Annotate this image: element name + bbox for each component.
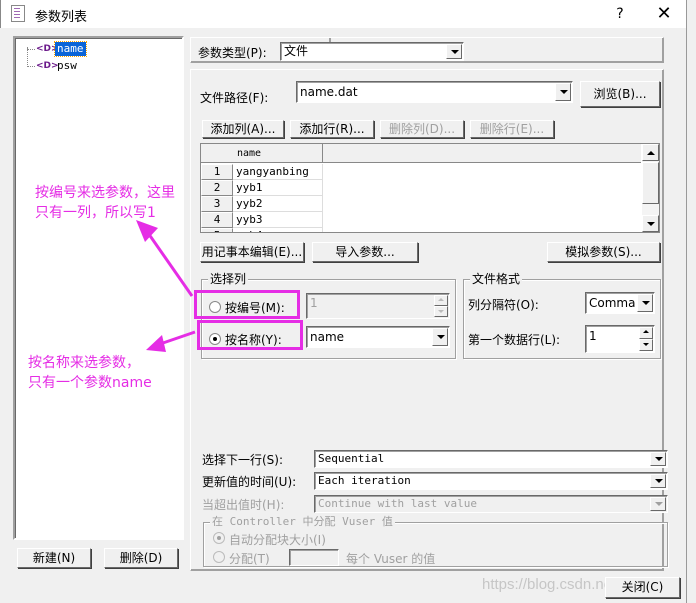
row-number: 2 xyxy=(201,180,233,196)
chevron-down-icon[interactable] xyxy=(446,44,462,59)
scroll-thumb[interactable] xyxy=(642,162,659,204)
allocate-radio[interactable] xyxy=(213,551,225,563)
window-title: 参数列表 xyxy=(35,10,88,25)
allocate-count-input[interactable] xyxy=(289,549,339,566)
browse-button[interactable]: 浏览(B)... xyxy=(580,81,660,107)
delete-row-button[interactable]: 删除行(E)... xyxy=(470,120,554,138)
grid-scrollbar[interactable] xyxy=(642,144,659,232)
add-column-button[interactable]: 添加列(A)... xyxy=(202,120,284,138)
file-path-combo[interactable]: name.dat xyxy=(296,81,573,103)
table-row[interactable]: 1 yangyanbing xyxy=(201,164,641,180)
allocate-label[interactable]: 分配(T) xyxy=(229,550,270,567)
grid-cell[interactable]: yyb2 xyxy=(233,196,323,212)
update-value-label: 更新值的时间(U): xyxy=(202,475,297,489)
grid-cell[interactable]: yyb3 xyxy=(233,212,323,228)
column-header[interactable]: name xyxy=(233,144,323,163)
update-value-select[interactable]: Each iteration xyxy=(314,472,668,490)
grid-cell[interactable]: yangyanbing xyxy=(233,164,323,180)
spin-up-icon[interactable] xyxy=(639,327,653,339)
first-row-value: 1 xyxy=(589,329,597,343)
column-number-value: 1 xyxy=(310,296,318,310)
annotation-highlight-by-number xyxy=(194,290,300,319)
grid-cell[interactable]: yyb4 xyxy=(233,228,323,232)
chevron-down-icon[interactable] xyxy=(637,294,653,312)
title-bar: 参数列表 ? ✕ xyxy=(0,0,696,28)
param-type-select[interactable]: 文件 xyxy=(280,42,464,61)
window-border xyxy=(686,0,696,603)
scroll-up-icon[interactable] xyxy=(642,144,659,161)
spin-up-icon[interactable] xyxy=(434,295,448,306)
row-number: 1 xyxy=(201,164,233,180)
simulate-params-button[interactable]: 模拟参数(S)... xyxy=(547,242,660,262)
close-button[interactable]: 关闭(C) xyxy=(605,577,680,598)
edit-with-notepad-button[interactable]: 用记事本编辑(E)... xyxy=(200,242,304,262)
tree-connector xyxy=(27,66,35,67)
tree-item-label: name xyxy=(54,41,87,57)
annotation-note-by-number: 按编号来选参数，这里 xyxy=(35,185,175,201)
param-type-value: 文件 xyxy=(284,44,309,58)
add-row-button[interactable]: 添加行(R)... xyxy=(290,120,374,138)
column-name-select[interactable]: name xyxy=(306,326,450,348)
spin-down-icon[interactable] xyxy=(639,339,653,351)
delimiter-select[interactable]: Comma xyxy=(585,292,655,314)
parameter-tree[interactable]: <D> name <D> psw xyxy=(13,36,184,540)
annotation-highlight-by-name xyxy=(197,320,303,350)
update-value-value: Each iteration xyxy=(318,474,411,487)
file-format-title: 文件格式 xyxy=(470,272,523,286)
delete-column-button[interactable]: 删除列(D)... xyxy=(380,120,464,138)
annotation-note-by-name: 只有一个参数name xyxy=(28,375,152,391)
grid-header: name xyxy=(201,144,641,163)
import-params-button[interactable]: 导入参数... xyxy=(312,242,418,262)
out-of-values-value: Continue with last value xyxy=(318,497,477,510)
row-number: 3 xyxy=(201,196,233,212)
scroll-down-icon[interactable] xyxy=(642,215,659,232)
chevron-down-icon[interactable] xyxy=(650,452,666,466)
file-path-value: name.dat xyxy=(300,85,358,99)
column-name-value: name xyxy=(310,330,345,344)
delete-button[interactable]: 删除(D) xyxy=(104,548,178,568)
file-path-label: 文件路径(F): xyxy=(200,91,269,105)
tree-item-label: psw xyxy=(57,59,77,72)
parameter-list-icon xyxy=(11,5,25,22)
per-vuser-label: 每个 Vuser 的值 xyxy=(346,552,436,566)
row-number: 4 xyxy=(201,212,233,228)
auto-allocate-radio[interactable] xyxy=(213,532,225,544)
help-button[interactable]: ? xyxy=(609,4,631,24)
chevron-down-icon[interactable] xyxy=(432,328,448,346)
data-grid[interactable]: name 1 yangyanbing 2 yyb1 3 yyb2 4 yyb3 … xyxy=(200,143,660,233)
table-row[interactable]: 3 yyb2 xyxy=(201,196,641,212)
param-type-label: 参数类型(P): xyxy=(198,46,267,60)
delimiter-value: Comma xyxy=(589,296,636,310)
column-number-spinner[interactable]: 1 xyxy=(306,293,450,319)
table-row[interactable]: 5 yyb4 xyxy=(201,228,641,232)
select-next-row-value: Sequential xyxy=(318,452,385,465)
annotation-note-by-name: 按名称来选参数， xyxy=(28,355,140,371)
select-next-row-label: 选择下一行(S): xyxy=(202,453,284,467)
table-row[interactable]: 4 yyb3 xyxy=(201,212,641,228)
chevron-down-icon[interactable] xyxy=(555,83,571,101)
first-row-spinner[interactable]: 1 xyxy=(585,325,655,353)
auto-allocate-label[interactable]: 自动分配块大小(I) xyxy=(229,531,326,548)
table-row[interactable]: 2 yyb1 xyxy=(201,180,641,196)
select-next-row-select[interactable]: Sequential xyxy=(314,450,668,468)
annotation-note-by-number: 只有一列，所以写1 xyxy=(35,205,156,221)
tree-connector xyxy=(27,49,35,50)
chevron-down-icon[interactable] xyxy=(650,474,666,488)
row-number: 5 xyxy=(201,228,233,232)
out-of-values-label: 当超出值时(H): xyxy=(202,498,285,512)
tree-connector xyxy=(27,47,28,67)
delimiter-label: 列分隔符(O): xyxy=(468,298,539,312)
spin-down-icon[interactable] xyxy=(434,306,448,317)
vuser-allocation-title: 在 Controller 中分配 Vuser 值 xyxy=(210,515,395,529)
new-button[interactable]: 新建(N) xyxy=(17,548,91,568)
chevron-down-icon[interactable] xyxy=(650,497,666,511)
select-column-title: 选择列 xyxy=(208,272,249,286)
close-icon[interactable]: ✕ xyxy=(651,3,677,25)
grid-cell[interactable]: yyb1 xyxy=(233,180,323,196)
out-of-values-select[interactable]: Continue with last value xyxy=(314,495,668,513)
first-row-label: 第一个数据行(L): xyxy=(468,333,561,347)
